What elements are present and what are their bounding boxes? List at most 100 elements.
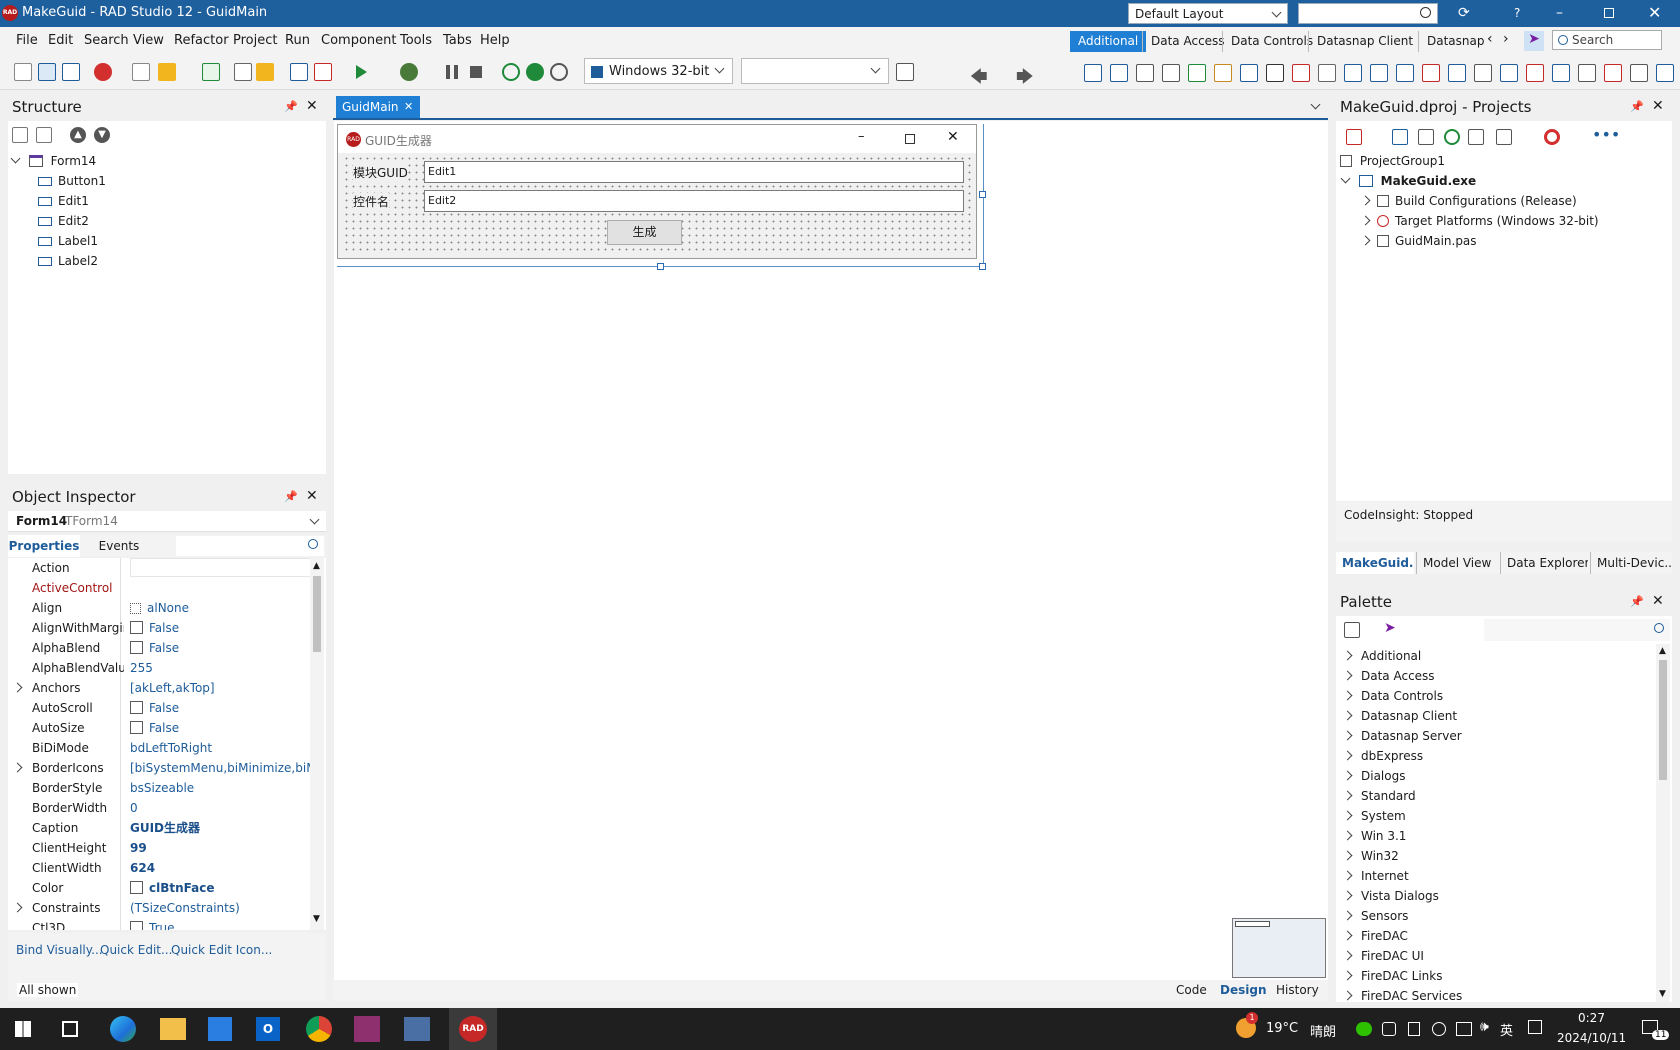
menu-project[interactable]: Project bbox=[233, 33, 277, 48]
tray-icon-3[interactable] bbox=[1408, 1022, 1420, 1036]
expand-chevron-icon[interactable] bbox=[1342, 790, 1353, 801]
checkbox[interactable] bbox=[130, 641, 143, 654]
wechat-icon[interactable] bbox=[1356, 1022, 1372, 1036]
palette-category[interactable]: Datasnap Server bbox=[1342, 726, 1462, 746]
config-combo[interactable] bbox=[741, 58, 889, 84]
scroll-thumb[interactable] bbox=[313, 576, 321, 652]
property-row[interactable]: ClientHeight 99 bbox=[8, 838, 308, 858]
checkbox[interactable] bbox=[130, 881, 143, 894]
property-row[interactable]: AutoScroll False bbox=[8, 698, 308, 718]
menu-run[interactable]: Run bbox=[285, 33, 310, 48]
property-row[interactable]: Color clBtnFace bbox=[8, 878, 308, 898]
close-icon[interactable]: ✕ bbox=[306, 98, 318, 114]
projects-tab[interactable]: Data Explorer bbox=[1500, 552, 1588, 574]
menu-refactor[interactable]: Refactor bbox=[174, 33, 229, 48]
new-project-icon[interactable] bbox=[1346, 129, 1362, 145]
expand-chevron-icon[interactable] bbox=[1342, 930, 1353, 941]
expand-chevron-icon[interactable] bbox=[12, 762, 23, 773]
property-value[interactable]: True bbox=[130, 918, 315, 930]
property-value[interactable]: [biSystemMenu,biMinimize,biMax bbox=[130, 758, 315, 778]
menu-view[interactable]: View bbox=[133, 33, 164, 48]
tab-history[interactable]: History bbox=[1276, 983, 1319, 997]
expand-chevron-icon[interactable] bbox=[1342, 990, 1353, 1001]
layout-combo[interactable]: Default Layout bbox=[1128, 3, 1288, 24]
align-icon[interactable] bbox=[130, 603, 141, 614]
palette-category[interactable]: Dialogs bbox=[1342, 766, 1405, 786]
menu-help[interactable]: Help bbox=[480, 33, 510, 48]
label1[interactable]: 模块GUID bbox=[353, 164, 408, 181]
menu-tools[interactable]: Tools bbox=[400, 33, 432, 48]
structure-view-icon[interactable] bbox=[12, 127, 28, 143]
expand-chevron-icon[interactable] bbox=[1342, 890, 1353, 901]
property-row[interactable]: Anchors [akLeft,akTop] bbox=[8, 678, 308, 698]
scroll-up-icon[interactable]: ▲ bbox=[1659, 646, 1666, 656]
property-row[interactable]: BorderWidth 0 bbox=[8, 798, 308, 818]
property-row[interactable]: Caption GUID生成器 bbox=[8, 818, 308, 838]
explorer-icon[interactable] bbox=[160, 1018, 186, 1040]
project-tree-item[interactable]: GuidMain.pas bbox=[1360, 231, 1477, 251]
run-until-return-icon[interactable] bbox=[550, 63, 568, 81]
property-value[interactable]: False bbox=[130, 698, 315, 718]
clock-time[interactable]: 0:27 bbox=[1578, 1011, 1605, 1025]
expand-chevron-icon[interactable] bbox=[1342, 970, 1353, 981]
palette-category[interactable]: FireDAC UI bbox=[1342, 946, 1424, 966]
inspector-object-selector[interactable]: Form14 TForm14 bbox=[8, 511, 326, 532]
palette-scroll-right-icon[interactable]: › bbox=[1503, 31, 1509, 47]
position-viewport[interactable] bbox=[1235, 921, 1270, 927]
palette-category[interactable]: Standard bbox=[1342, 786, 1416, 806]
property-value[interactable]: 0 bbox=[130, 798, 315, 818]
checkbox[interactable] bbox=[130, 721, 143, 734]
component-icon[interactable] bbox=[1656, 64, 1674, 82]
property-value[interactable]: False bbox=[130, 618, 315, 638]
trace-into-icon[interactable] bbox=[526, 63, 544, 81]
property-row[interactable]: BorderStyle bsSizeable bbox=[8, 778, 308, 798]
expand-chevron-icon[interactable] bbox=[1342, 830, 1353, 841]
component-icon[interactable] bbox=[1500, 64, 1518, 82]
palette-category[interactable]: dbExpress bbox=[1342, 746, 1423, 766]
build-icon[interactable] bbox=[1496, 129, 1512, 145]
property-row[interactable]: ClientWidth 624 bbox=[8, 858, 308, 878]
edge-icon[interactable] bbox=[110, 1016, 136, 1042]
forward-icon[interactable]: 🡆 bbox=[1016, 64, 1034, 93]
palette-search-input[interactable]: Search bbox=[1552, 30, 1662, 50]
project-tree-item[interactable]: Target Platforms (Windows 32-bit) bbox=[1360, 211, 1599, 231]
expand-chevron-icon[interactable] bbox=[1342, 950, 1353, 961]
expand-chevron-icon[interactable] bbox=[1360, 195, 1371, 206]
property-row[interactable]: Align alNone bbox=[8, 598, 308, 618]
menu-search[interactable]: Search bbox=[84, 33, 129, 48]
expand-chevron-icon[interactable] bbox=[1360, 235, 1371, 246]
property-value[interactable]: alNone bbox=[130, 598, 315, 618]
move-down-icon[interactable]: ▼ bbox=[94, 127, 110, 143]
pin-icon[interactable]: 📌 bbox=[1630, 100, 1644, 113]
pin-icon[interactable]: 📌 bbox=[284, 100, 298, 113]
property-row[interactable]: Ctl3D True bbox=[8, 918, 308, 930]
palette-category[interactable]: FireDAC Links bbox=[1342, 966, 1442, 986]
scroll-up-icon[interactable]: ▲ bbox=[313, 561, 320, 571]
property-value[interactable]: 624 bbox=[130, 858, 315, 878]
quick-edit-link[interactable]: Quick Edit... bbox=[100, 943, 172, 957]
palette-category[interactable]: FireDAC Services bbox=[1342, 986, 1462, 1002]
structure-filter-icon[interactable] bbox=[36, 127, 52, 143]
component-icon[interactable] bbox=[1318, 64, 1336, 82]
design-form[interactable]: RAD GUID生成器 – ✕ 模块GUID Edit1 控件名 Edit2 生… bbox=[337, 124, 977, 259]
project-group[interactable]: ProjectGroup1 bbox=[1340, 151, 1445, 171]
history-button[interactable]: ⟳ bbox=[1458, 5, 1484, 21]
expand-chevron-icon[interactable] bbox=[10, 153, 21, 164]
expand-chevron-icon[interactable] bbox=[1342, 690, 1353, 701]
expand-chevron-icon[interactable] bbox=[1342, 770, 1353, 781]
winrar-icon[interactable] bbox=[354, 1016, 380, 1042]
title-search-input[interactable] bbox=[1298, 3, 1438, 24]
menu-component[interactable]: Component bbox=[321, 33, 396, 48]
deploy-icon[interactable] bbox=[896, 63, 914, 81]
palette-scroll-left-icon[interactable]: ‹ bbox=[1487, 31, 1493, 47]
target-icon[interactable] bbox=[1544, 129, 1560, 145]
remote-desktop-icon[interactable] bbox=[404, 1017, 430, 1041]
stop-icon[interactable] bbox=[470, 66, 482, 78]
property-row[interactable]: Constraints (TSizeConstraints) bbox=[8, 898, 308, 918]
bind-visually-link[interactable]: Bind Visually... bbox=[16, 943, 103, 957]
tree-item-label1[interactable]: Label1 bbox=[38, 231, 98, 251]
tree-item-form[interactable]: Form14 bbox=[10, 151, 96, 171]
close-icon[interactable]: ✕ bbox=[1652, 593, 1664, 609]
expand-chevron-icon[interactable] bbox=[1340, 173, 1351, 184]
property-row[interactable]: AutoSize False bbox=[8, 718, 308, 738]
